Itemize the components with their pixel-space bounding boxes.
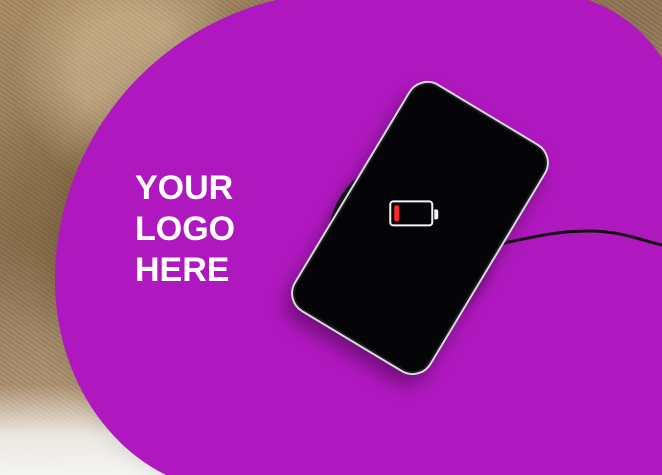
logo-placeholder: YOUR LOGO HERE bbox=[135, 168, 255, 291]
promo-graphic: YOUR LOGO HERE bbox=[0, 0, 662, 475]
logo-line-3: HERE bbox=[135, 251, 230, 289]
battery-cap bbox=[434, 209, 439, 220]
logo-line-2: LOGO bbox=[135, 210, 236, 248]
battery-low-icon bbox=[389, 200, 439, 227]
battery-fill bbox=[394, 205, 400, 222]
logo-line-1: YOUR bbox=[135, 169, 234, 207]
